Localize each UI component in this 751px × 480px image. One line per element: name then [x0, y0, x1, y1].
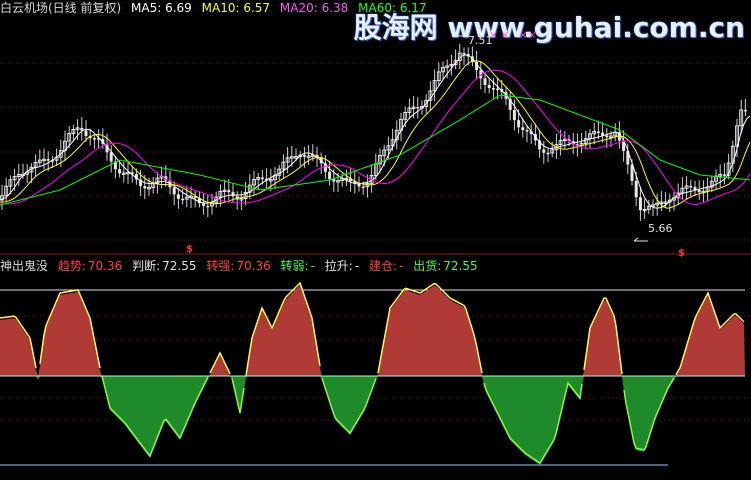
s-markers: $ $: [186, 244, 685, 259]
candlesticks: [0, 43, 747, 222]
candle-body: [743, 109, 747, 112]
candle-body: [416, 106, 420, 109]
candle-body: [181, 198, 185, 201]
candle-body: [517, 120, 521, 128]
candle-body: [638, 197, 642, 211]
candle-body: [546, 152, 550, 155]
low-annotation: 5.66: [633, 222, 673, 242]
candle-body: [176, 194, 180, 199]
candle-body: [462, 53, 466, 55]
candle-body: [84, 130, 88, 136]
strength-area: [0, 285, 745, 376]
candle-body: [202, 203, 206, 206]
candle-body: [231, 192, 235, 197]
candle-body: [172, 187, 176, 195]
high-annotation: 7.51: [455, 32, 493, 47]
s-marker: $: [186, 244, 193, 255]
candle-body: [227, 190, 231, 193]
signal-mark: ×: [528, 30, 536, 41]
candle-body: [260, 177, 264, 179]
candle-body: [722, 174, 726, 176]
candle-body: [143, 186, 147, 189]
candle-body: [491, 88, 495, 90]
candle-body: [206, 205, 210, 208]
signal-marks: × × × ×: [489, 30, 536, 41]
candle-body: [634, 180, 638, 198]
stock-chart-window: 白云机场(日线 前复权) MA5: 6.69 MA10: 6.57 MA20: …: [0, 0, 751, 480]
candle-body: [496, 88, 500, 91]
signal-mark: ×: [519, 30, 527, 41]
signal-mark: ×: [501, 30, 509, 41]
candle-body: [483, 78, 487, 85]
candle-body: [46, 159, 50, 161]
chart-canvas: 7.51 5.66 × × × × $ $: [0, 30, 751, 466]
low-price-label: 5.66: [648, 222, 673, 235]
candle-body: [525, 130, 529, 132]
candle-body: [689, 185, 693, 188]
candle-body: [118, 169, 122, 174]
candle-body: [596, 131, 600, 133]
candle-body: [521, 127, 525, 131]
candle-body: [302, 155, 306, 157]
candle-body: [542, 149, 546, 153]
candle-body: [697, 190, 701, 193]
candle-body: [92, 138, 96, 140]
candle-body: [512, 109, 516, 121]
candle-body: [328, 171, 332, 180]
oscillator: [0, 281, 745, 466]
signal-mark: ×: [489, 30, 497, 41]
s-marker: $: [678, 248, 685, 259]
candle-body: [487, 84, 491, 89]
candle-body: [361, 186, 365, 188]
candle-body: [605, 135, 609, 138]
